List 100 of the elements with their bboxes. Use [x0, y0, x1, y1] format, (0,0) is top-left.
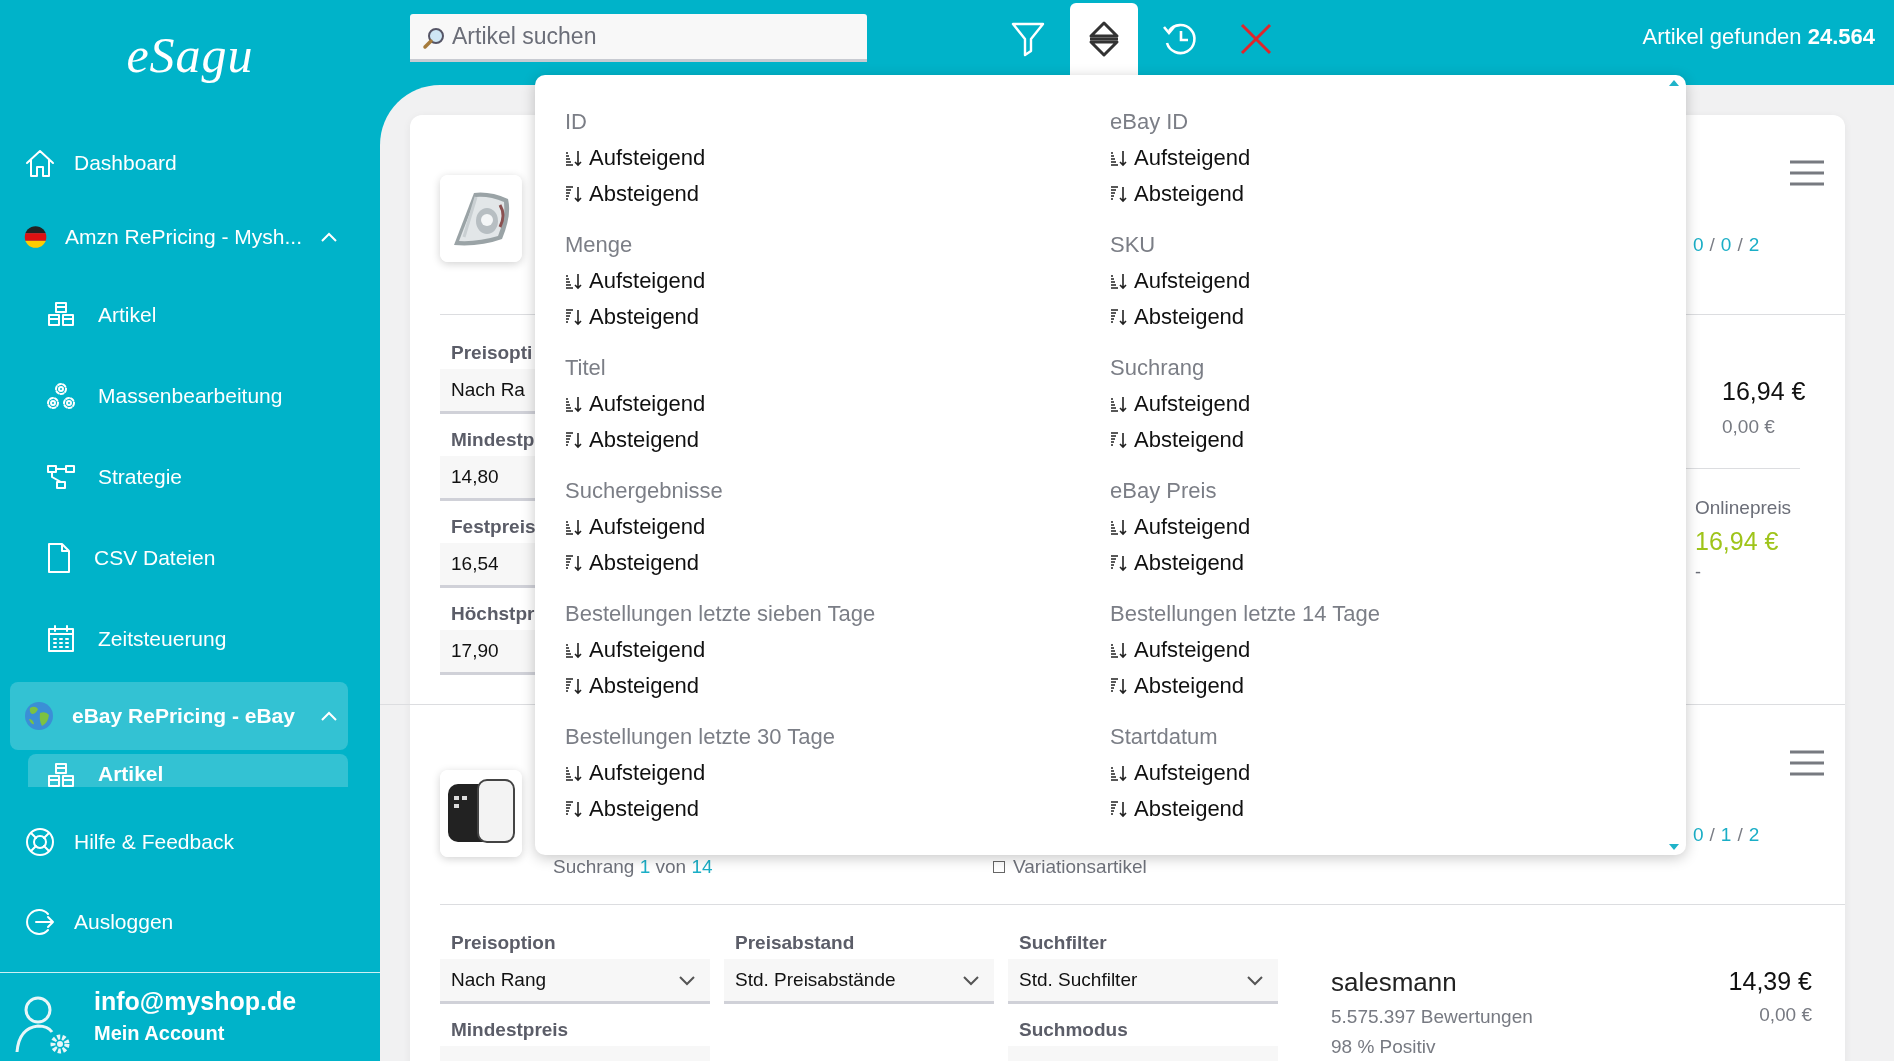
sort-option[interactable]: Aufsteigend — [1110, 755, 1656, 791]
count-summary: 0 / 1 / 2 — [1692, 824, 1761, 846]
sort-option[interactable]: Absteigend — [1110, 668, 1656, 704]
sort-option[interactable]: Absteigend — [565, 422, 1110, 458]
online-note: - — [1695, 562, 1702, 583]
sort-option[interactable]: Aufsteigend — [565, 755, 1110, 791]
field-label: Suchmodus — [1019, 1018, 1128, 1042]
sort-group-title: Bestellungen letzte sieben Tage — [565, 600, 877, 628]
price: 16,94 € — [1722, 377, 1807, 406]
sort-descending-icon — [565, 308, 583, 326]
sort-ascending-icon — [565, 518, 583, 536]
sort-option[interactable]: Absteigend — [565, 545, 1110, 581]
sort-option[interactable]: Absteigend — [565, 299, 1110, 335]
sort-descending-icon — [565, 185, 583, 203]
sort-button[interactable] — [1070, 3, 1138, 75]
checkbox[interactable] — [993, 861, 1005, 873]
sort-option[interactable]: Absteigend — [1110, 791, 1656, 827]
field-label: Preisoption — [451, 931, 556, 955]
sort-ascending-icon — [1110, 641, 1128, 659]
chevron-down-icon — [678, 974, 696, 986]
sort-ascending-icon — [1110, 764, 1128, 782]
menu-icon[interactable] — [1789, 750, 1825, 776]
sort-option[interactable]: Absteigend — [1110, 299, 1656, 335]
sort-option[interactable]: Absteigend — [565, 176, 1110, 212]
menu-icon[interactable] — [1789, 160, 1825, 186]
seller-positive: 98 % Positiv — [1331, 1036, 1437, 1058]
sort-group-title: Bestellungen letzte 14 Tage — [1110, 600, 1381, 628]
chevron-down-icon — [962, 974, 980, 986]
globe-icon — [24, 701, 54, 731]
sort-option[interactable]: Aufsteigend — [1110, 263, 1656, 299]
gears-icon — [46, 380, 76, 411]
field-label: Suchfilter — [1019, 931, 1107, 955]
sort-ascending-icon — [565, 764, 583, 782]
price: 14,39 € — [1728, 967, 1812, 996]
sort-option[interactable]: Aufsteigend — [565, 632, 1110, 668]
sort-ascending-icon — [1110, 149, 1128, 167]
sort-descending-icon — [565, 677, 583, 695]
field-label: Preisopti — [451, 341, 533, 365]
sort-option[interactable]: Aufsteigend — [565, 263, 1110, 299]
sort-group-title: Startdatum — [1110, 723, 1219, 751]
sort-option[interactable]: Aufsteigend — [565, 509, 1110, 545]
count-summary: 0 / 0 / 2 — [1692, 234, 1761, 256]
sort-descending-icon — [1110, 431, 1128, 449]
history-icon — [1161, 21, 1199, 57]
sort-descending-icon — [565, 431, 583, 449]
shipping-price: 0,00 € — [1722, 416, 1776, 438]
sort-option[interactable]: Aufsteigend — [565, 386, 1110, 422]
sort-descending-icon — [1110, 185, 1128, 203]
field-label: Höchstpr — [451, 602, 535, 626]
field-label: Mindestpreis — [451, 1018, 569, 1042]
sort-ascending-icon — [1110, 272, 1128, 290]
search-field[interactable]: Artikel suchen — [410, 14, 867, 62]
sort-option[interactable]: Aufsteigend — [1110, 509, 1656, 545]
hierarchy-icon — [46, 462, 76, 491]
home-icon — [24, 147, 56, 179]
sort-icon — [1087, 20, 1121, 58]
search-rank: Suchrang 1 von 14 — [553, 856, 714, 878]
sort-descending-icon — [1110, 677, 1128, 695]
sort-group-title: eBay Preis — [1110, 477, 1218, 505]
filter-icon — [1011, 21, 1045, 57]
search-icon — [422, 26, 446, 50]
logo: eSagu — [126, 26, 254, 84]
shipping-price: 0,00 € — [1758, 1004, 1812, 1026]
sort-option[interactable]: Aufsteigend — [1110, 140, 1656, 176]
sort-ascending-icon — [565, 149, 583, 167]
sort-option[interactable]: Absteigend — [1110, 545, 1656, 581]
select-field[interactable]: Nach Rang — [440, 959, 710, 1004]
select-field[interactable]: Std. Preisabstände — [724, 959, 994, 1004]
sort-option[interactable]: Absteigend — [1110, 176, 1656, 212]
sort-option[interactable]: Aufsteigend — [1110, 386, 1656, 422]
file-icon — [46, 541, 72, 574]
sort-descending-icon — [565, 800, 583, 818]
field-label: Mindestp — [451, 428, 535, 452]
sort-descending-icon — [1110, 308, 1128, 326]
select-field[interactable]: Std. Suchfilter — [1008, 959, 1278, 1004]
lifebuoy-icon — [24, 826, 56, 858]
sort-ascending-icon — [565, 395, 583, 413]
sort-group-title: eBay ID — [1110, 108, 1190, 136]
sort-ascending-icon — [565, 272, 583, 290]
cubes-icon — [46, 762, 76, 787]
chevron-down-icon — [1246, 974, 1264, 986]
account-email: info@myshop.de — [94, 987, 297, 1016]
calendar-icon — [46, 623, 76, 654]
sort-group-title: SKU — [1110, 231, 1157, 259]
close-icon — [1239, 22, 1273, 56]
online-price: 16,94 € — [1695, 527, 1780, 556]
sort-option[interactable]: Absteigend — [1110, 422, 1656, 458]
online-price-label: Onlinepreis — [1695, 497, 1793, 519]
sort-option[interactable]: Absteigend — [565, 791, 1110, 827]
sort-option[interactable]: Aufsteigend — [1110, 632, 1656, 668]
sort-option[interactable]: Absteigend — [565, 668, 1110, 704]
seller-name: salesmann — [1331, 967, 1458, 998]
seller-ratings: 5.575.397 Bewertungen — [1331, 1006, 1533, 1028]
field-label: Festpreis — [451, 515, 536, 539]
sort-option[interactable]: Aufsteigend — [565, 140, 1110, 176]
sort-ascending-icon — [1110, 518, 1128, 536]
sort-group-title: Bestellungen letzte 30 Tage — [565, 723, 836, 751]
sort-group-title: ID — [565, 108, 588, 136]
logout-icon — [24, 906, 56, 938]
sort-descending-icon — [565, 554, 583, 572]
